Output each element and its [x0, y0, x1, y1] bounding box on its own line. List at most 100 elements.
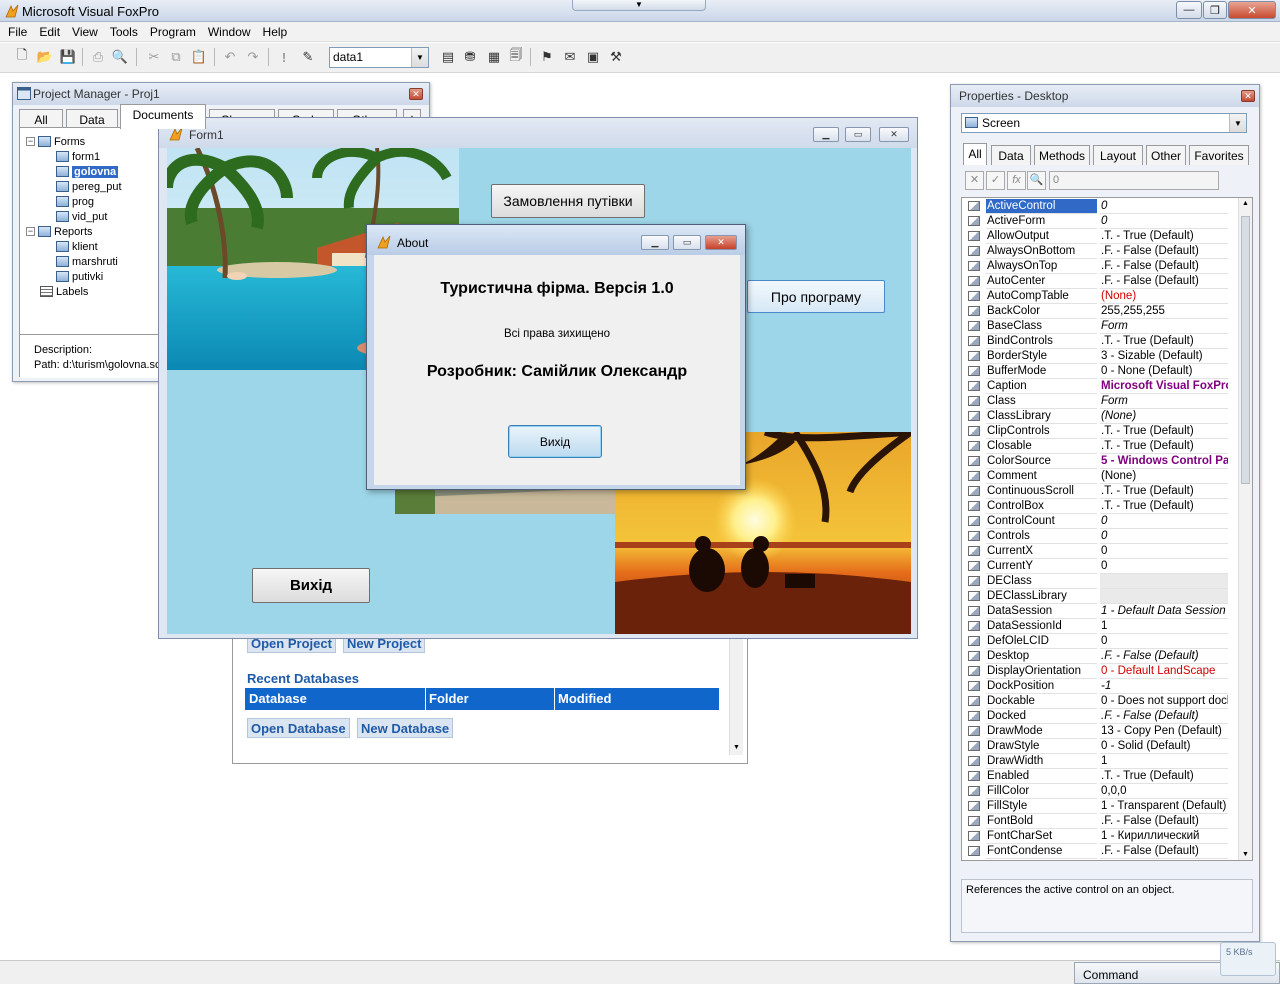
print-preview-icon[interactable]: 🔍: [110, 47, 130, 67]
accept-icon[interactable]: ✓: [986, 171, 1005, 190]
property-value[interactable]: .T. - True (Default): [1100, 484, 1228, 499]
about-exit-button[interactable]: Вихід: [508, 425, 602, 458]
tree-item-form[interactable]: form1: [56, 149, 100, 164]
property-name[interactable]: AllowOutput: [986, 229, 1097, 244]
property-row[interactable]: BufferMode 0 - None (Default): [962, 364, 1238, 379]
property-name[interactable]: Comment: [986, 469, 1097, 484]
property-row[interactable]: Comment (None): [962, 469, 1238, 484]
property-row[interactable]: ActiveControl 0: [962, 199, 1238, 214]
property-name[interactable]: Controls: [986, 529, 1097, 544]
component-gallery-icon[interactable]: ▣: [583, 47, 603, 67]
property-value[interactable]: [1100, 589, 1228, 604]
tree-item-form[interactable]: prog: [56, 194, 94, 209]
tab-data[interactable]: Data: [66, 109, 118, 129]
column-folder[interactable]: Folder: [429, 691, 469, 706]
copy-icon[interactable]: ⧉: [166, 47, 186, 67]
property-row[interactable]: Closable .T. - True (Default): [962, 439, 1238, 454]
property-row[interactable]: CurrentY 0: [962, 559, 1238, 574]
property-value[interactable]: 1: [1100, 619, 1228, 634]
property-row[interactable]: FillStyle 1 - Transparent (Default): [962, 799, 1238, 814]
property-value-input[interactable]: 0: [1049, 171, 1219, 190]
document-view-icon[interactable]: 🗐: [506, 47, 526, 67]
cancel-icon[interactable]: ✕: [965, 171, 984, 190]
property-row[interactable]: DisplayOrientation 0 - Default LandScape: [962, 664, 1238, 679]
property-row[interactable]: AlwaysOnBottom .F. - False (Default): [962, 244, 1238, 259]
property-value[interactable]: Form: [1100, 319, 1228, 334]
restore-button[interactable]: ❐: [1203, 1, 1227, 19]
property-row[interactable]: Caption Microsoft Visual FoxPro: [962, 379, 1238, 394]
property-row[interactable]: DrawWidth 1: [962, 754, 1238, 769]
property-value[interactable]: 13 - Copy Pen (Default): [1100, 724, 1228, 739]
property-value[interactable]: 0 - Solid (Default): [1100, 739, 1228, 754]
property-row[interactable]: DEClassLibrary: [962, 589, 1238, 604]
collapse-icon[interactable]: −: [26, 227, 35, 236]
property-value[interactable]: 0,0,0: [1100, 784, 1228, 799]
property-name[interactable]: FontCharSet: [986, 829, 1097, 844]
collapse-icon[interactable]: −: [26, 137, 35, 146]
menu-edit[interactable]: Edit: [33, 22, 66, 41]
data-session-icon[interactable]: ⛃: [460, 47, 480, 67]
exit-button[interactable]: Вихід: [252, 568, 370, 603]
property-name[interactable]: BindControls: [986, 334, 1097, 349]
property-row[interactable]: ActiveForm 0: [962, 214, 1238, 229]
property-value[interactable]: .F. - False (Default): [1100, 259, 1228, 274]
property-row[interactable]: Controls 0: [962, 529, 1238, 544]
property-name[interactable]: CurrentX: [986, 544, 1097, 559]
property-name[interactable]: BorderStyle: [986, 349, 1097, 364]
minimize-button[interactable]: ▁: [641, 235, 669, 250]
property-row[interactable]: FontCharSet 1 - Кириллический: [962, 829, 1238, 844]
tree-node-reports[interactable]: − Reports: [26, 224, 93, 239]
property-name[interactable]: ControlBox: [986, 499, 1097, 514]
property-name[interactable]: AlwaysOnTop: [986, 259, 1097, 274]
property-value[interactable]: (None): [1100, 469, 1228, 484]
property-name[interactable]: ClassLibrary: [986, 409, 1097, 424]
property-value[interactable]: .F. - False (Default): [1100, 814, 1228, 829]
close-button[interactable]: ✕: [1228, 1, 1276, 19]
paste-icon[interactable]: 📋: [189, 47, 209, 67]
property-name[interactable]: BackColor: [986, 304, 1097, 319]
menu-tools[interactable]: Tools: [104, 22, 144, 41]
property-value[interactable]: .T. - True (Default): [1100, 499, 1228, 514]
property-value[interactable]: .F. - False (Default): [1100, 844, 1228, 859]
redo-icon[interactable]: ↷: [243, 47, 263, 67]
property-name[interactable]: Docked: [986, 709, 1097, 724]
class-browser-icon[interactable]: ⚑: [537, 47, 557, 67]
property-name[interactable]: CurrentY: [986, 559, 1097, 574]
property-value[interactable]: .F. - False (Default): [1100, 709, 1228, 724]
property-value[interactable]: 5 - Windows Control Panel: [1100, 454, 1228, 469]
scroll-down-icon[interactable]: ▼: [733, 744, 740, 751]
property-value[interactable]: .T. - True (Default): [1100, 424, 1228, 439]
property-name[interactable]: FontCondense: [986, 844, 1097, 859]
property-row[interactable]: DEClass: [962, 574, 1238, 589]
object-browser-icon[interactable]: ✉: [560, 47, 580, 67]
tab-layout[interactable]: Layout: [1093, 145, 1143, 165]
maximize-button[interactable]: ▭: [845, 127, 871, 142]
property-row[interactable]: Class Form: [962, 394, 1238, 409]
tab-favorites[interactable]: Favorites: [1189, 145, 1249, 165]
database-combo[interactable]: data1 ▼: [329, 47, 429, 68]
order-tour-button[interactable]: Замовлення путівки: [491, 184, 645, 218]
about-program-button[interactable]: Про програму: [747, 280, 885, 313]
task-pane-scrollbar[interactable]: ▼: [729, 631, 743, 755]
tree-item-report[interactable]: klient: [56, 239, 98, 254]
open-database-button[interactable]: Open Database: [247, 718, 350, 738]
property-row[interactable]: Docked .F. - False (Default): [962, 709, 1238, 724]
property-row[interactable]: DockPosition -1: [962, 679, 1238, 694]
tree-item-report[interactable]: putivki: [56, 269, 103, 284]
property-name[interactable]: DEClassLibrary: [986, 589, 1097, 604]
chevron-down-icon[interactable]: ▼: [1229, 114, 1246, 132]
properties-window-icon[interactable]: ▦: [484, 47, 504, 67]
property-row[interactable]: BackColor 255,255,255: [962, 304, 1238, 319]
property-name[interactable]: DrawStyle: [986, 739, 1097, 754]
property-value[interactable]: 1: [1100, 754, 1228, 769]
property-row[interactable]: DrawStyle 0 - Solid (Default): [962, 739, 1238, 754]
menu-window[interactable]: Window: [202, 22, 257, 41]
property-row[interactable]: FontBold .F. - False (Default): [962, 814, 1238, 829]
tab-other[interactable]: Other: [1146, 145, 1186, 165]
property-name[interactable]: FillColor: [986, 784, 1097, 799]
property-name[interactable]: Caption: [986, 379, 1097, 394]
property-row[interactable]: DrawMode 13 - Copy Pen (Default): [962, 724, 1238, 739]
column-database[interactable]: Database: [249, 691, 307, 706]
property-value[interactable]: .F. - False (Default): [1100, 244, 1228, 259]
close-icon[interactable]: ✕: [409, 88, 423, 100]
